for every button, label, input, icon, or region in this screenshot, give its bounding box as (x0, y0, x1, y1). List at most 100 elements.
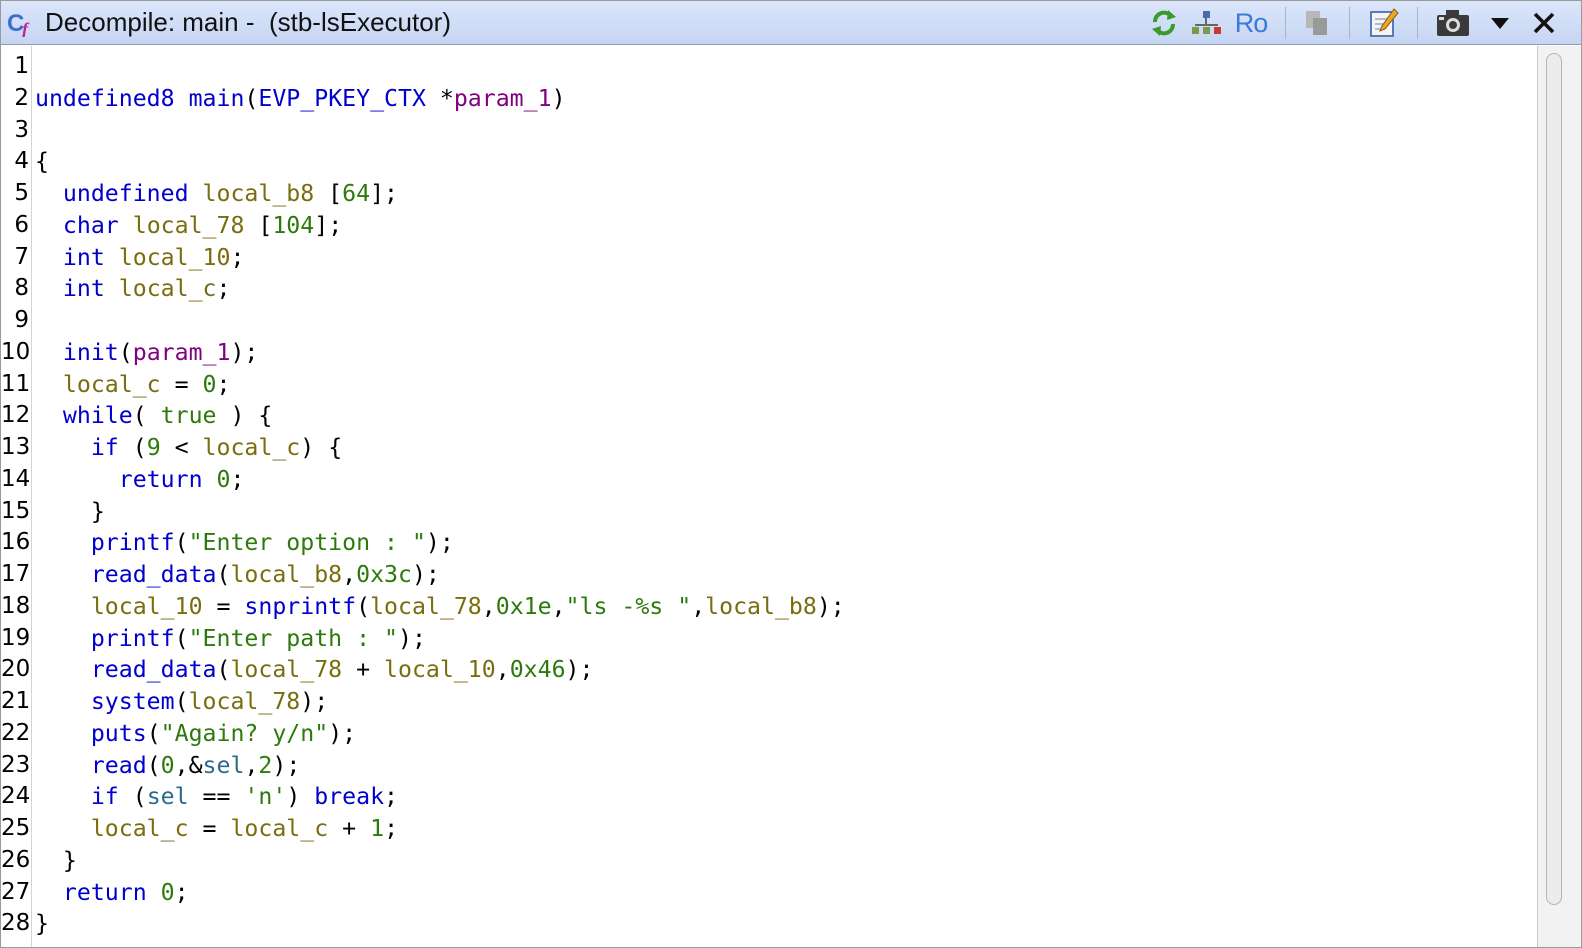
type-token[interactable]: undefined (63, 180, 189, 207)
constant-token[interactable]: 0x1e (496, 593, 552, 620)
code-line[interactable]: 10 init(param_1); (1, 337, 1537, 369)
constant-token[interactable]: 0 (217, 466, 231, 493)
code-line[interactable]: 3 (1, 115, 1537, 147)
function-token[interactable]: snprintf (244, 593, 356, 620)
constant-token[interactable]: 64 (342, 180, 370, 207)
function-token[interactable]: read_data (91, 561, 217, 588)
function-token[interactable]: system (91, 688, 175, 715)
function-token[interactable]: read_data (91, 656, 217, 683)
edit-button[interactable] (1365, 7, 1403, 39)
code-line[interactable]: 17 read_data(local_b8,0x3c); (1, 559, 1537, 591)
code-text[interactable]: char local_78 [104]; (35, 210, 342, 242)
scrollbar-thumb[interactable] (1546, 53, 1562, 905)
code-line[interactable]: 19 printf("Enter path : "); (1, 623, 1537, 655)
function-token[interactable]: read (91, 752, 147, 779)
constant-token[interactable]: true (161, 402, 217, 429)
code-line[interactable]: 7 int local_10; (1, 242, 1537, 274)
code-line[interactable]: 20 read_data(local_78 + local_10,0x46); (1, 654, 1537, 686)
panel-menu-button[interactable] (1485, 7, 1515, 39)
code-text[interactable]: read_data(local_78 + local_10,0x46); (35, 654, 594, 686)
code-line[interactable]: 13 if (9 < local_c) { (1, 432, 1537, 464)
code-text[interactable]: } (35, 908, 49, 940)
parameter-token[interactable]: param_1 (454, 85, 552, 112)
variable-token[interactable]: local_c (119, 275, 217, 302)
keyword-token[interactable]: break (314, 783, 384, 810)
code-line[interactable]: 9 (1, 305, 1537, 337)
variable-token[interactable]: local_10 (119, 244, 231, 271)
code-text[interactable]: local_10 = snprintf(local_78,0x1e,"ls -%… (35, 591, 845, 623)
keyword-token[interactable]: if (91, 783, 119, 810)
constant-token[interactable]: 0 (203, 371, 217, 398)
code-line[interactable]: 18 local_10 = snprintf(local_78,0x1e,"ls… (1, 591, 1537, 623)
refresh-button[interactable] (1147, 7, 1181, 39)
code-text[interactable]: local_c = local_c + 1; (35, 813, 398, 845)
type-token[interactable]: int (63, 275, 105, 302)
type-token[interactable]: undefined8 (35, 85, 175, 112)
variable-token[interactable]: local_b8 (705, 593, 817, 620)
code-text[interactable]: undefined local_b8 [64]; (35, 178, 398, 210)
window-titlebar[interactable]: C f Decompile: main - (stb-lsExecutor) R… (1, 1, 1581, 45)
variable-token[interactable]: local_78 (230, 656, 342, 683)
type-token[interactable]: char (63, 212, 119, 239)
code-text[interactable]: int local_10; (35, 242, 245, 274)
constant-token[interactable]: 9 (147, 434, 161, 461)
code-text[interactable]: while( true ) { (35, 400, 272, 432)
code-line[interactable]: 6 char local_78 [104]; (1, 210, 1537, 242)
code-text[interactable]: return 0; (35, 877, 189, 909)
variable-token[interactable]: local_b8 (230, 561, 342, 588)
variable-token[interactable]: local_c (230, 815, 328, 842)
code-line[interactable]: 25 local_c = local_c + 1; (1, 813, 1537, 845)
keyword-token[interactable]: if (91, 434, 119, 461)
code-text[interactable]: puts("Again? y/n"); (35, 718, 356, 750)
constant-token[interactable]: 0 (161, 752, 175, 779)
type-token[interactable]: EVP_PKEY_CTX (258, 85, 426, 112)
copy-button[interactable] (1299, 7, 1335, 39)
code-line[interactable]: 8 int local_c; (1, 273, 1537, 305)
code-text[interactable]: { (35, 146, 49, 178)
string-token[interactable]: 'n' (244, 783, 286, 810)
code-line[interactable]: 28} (1, 908, 1537, 940)
keyword-token[interactable]: return (119, 466, 203, 493)
code-line[interactable]: 15 } (1, 496, 1537, 528)
code-text[interactable]: read(0,&sel,2); (35, 750, 300, 782)
variable-token[interactable]: local_78 (370, 593, 482, 620)
function-token[interactable]: puts (91, 720, 147, 747)
code-line[interactable]: 27 return 0; (1, 877, 1537, 909)
code-text[interactable]: if (9 < local_c) { (35, 432, 342, 464)
decompiler-code-view[interactable]: 1 2 undefined8 main(EVP_PKEY_CTX *param_1)… (1, 46, 1538, 947)
code-text[interactable]: int local_c; (35, 273, 231, 305)
global-token[interactable]: sel (147, 783, 189, 810)
code-line[interactable]: 11 local_c = 0; (1, 369, 1537, 401)
code-line[interactable]: 5 undefined local_b8 [64]; (1, 178, 1537, 210)
code-line[interactable]: 24 if (sel == 'n') break; (1, 781, 1537, 813)
string-token[interactable]: "Enter option : " (189, 529, 426, 556)
code-line[interactable]: 22 puts("Again? y/n"); (1, 718, 1537, 750)
code-line[interactable]: 23 read(0,&sel,2); (1, 750, 1537, 782)
code-line[interactable]: 4{ (1, 146, 1537, 178)
string-token[interactable]: "ls -%s " (566, 593, 692, 620)
code-text[interactable]: } (35, 496, 105, 528)
constant-token[interactable]: 2 (258, 752, 272, 779)
code-line[interactable]: 16 printf("Enter option : "); (1, 527, 1537, 559)
code-text[interactable]: local_c = 0; (35, 369, 231, 401)
function-token[interactable]: printf (91, 625, 175, 652)
code-text[interactable]: undefined8 main(EVP_PKEY_CTX *param_1) (35, 83, 566, 115)
function-token[interactable]: init (63, 339, 119, 366)
constant-token[interactable]: 0x46 (510, 656, 566, 683)
code-text[interactable]: if (sel == 'n') break; (35, 781, 398, 813)
variable-token[interactable]: local_c (63, 371, 161, 398)
read-only-button[interactable]: Ro (1231, 7, 1271, 39)
code-text[interactable]: return 0; (35, 464, 245, 496)
code-line[interactable]: 14 return 0; (1, 464, 1537, 496)
code-text[interactable]: system(local_78); (35, 686, 328, 718)
constant-token[interactable]: 0x3c (356, 561, 412, 588)
code-text[interactable]: } (35, 845, 77, 877)
constant-token[interactable]: 104 (272, 212, 314, 239)
code-line[interactable]: 2 undefined8 main(EVP_PKEY_CTX *param_1) (1, 83, 1537, 115)
variable-token[interactable]: local_78 (133, 212, 245, 239)
code-text[interactable]: init(param_1); (35, 337, 258, 369)
graph-button[interactable] (1189, 7, 1225, 39)
code-line[interactable]: 21 system(local_78); (1, 686, 1537, 718)
variable-token[interactable]: local_10 (384, 656, 496, 683)
function-token[interactable]: main (189, 85, 245, 112)
